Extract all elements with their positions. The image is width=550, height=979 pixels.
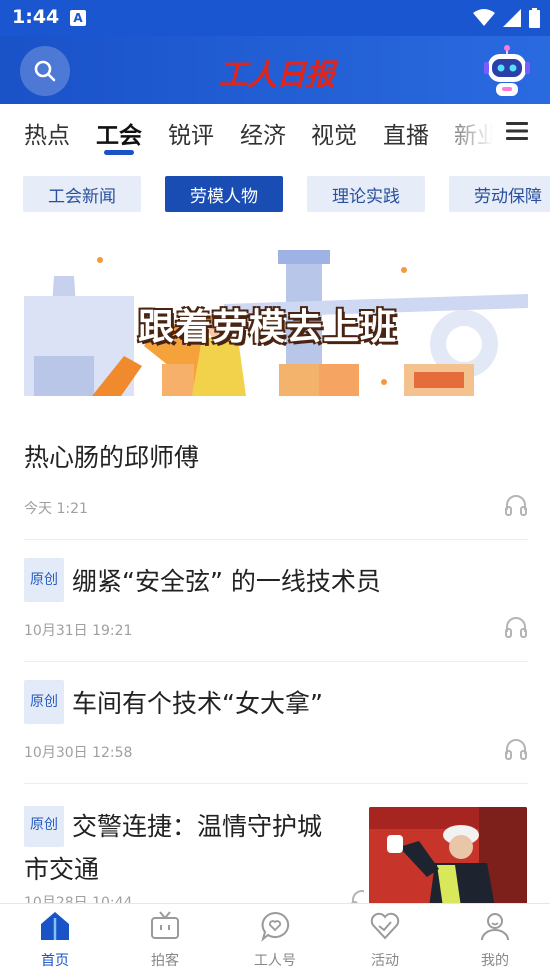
nav-home-label: 首页 (41, 953, 69, 969)
original-tag: 原创 (24, 806, 64, 847)
tv-icon (151, 911, 179, 939)
notification-icon: A (70, 10, 86, 26)
tab-visual[interactable]: 视觉 (311, 116, 357, 150)
status-bar: 1:44 A (0, 0, 550, 36)
headphones-icon[interactable] (504, 616, 528, 638)
article-title: 热心肠的邱师傅 (24, 443, 200, 472)
tab-economy[interactable]: 经济 (240, 116, 286, 150)
nav-home[interactable]: 首页 (15, 910, 95, 970)
subcategory-chips: 工会新闻 劳模人物 理论实践 劳动保障 (0, 176, 550, 214)
article-title: 原创 车间有个技术“女大拿” (24, 680, 528, 727)
original-tag: 原创 (24, 558, 64, 602)
search-icon (34, 60, 56, 82)
tabs-fade (430, 104, 500, 160)
chat-heart-icon (261, 911, 290, 942)
wifi-icon (473, 9, 495, 26)
nav-profile[interactable]: 我的 (455, 910, 535, 970)
headphones-icon[interactable] (350, 889, 364, 903)
article-item[interactable]: 原创 车间有个技术“女大拿” 10月30日 12:58 (24, 680, 528, 783)
nav-activities[interactable]: 活动 (345, 910, 425, 970)
app-logo: 工人日报 (218, 58, 335, 93)
traffic-police-photo (369, 807, 527, 907)
feature-banner[interactable]: 跟着劳模去上班 (24, 246, 528, 396)
app-header: 工人日报 (0, 36, 550, 104)
article-item[interactable]: 原创 交警连捷：温情守护城 市交通 10月28日 10:44 (24, 806, 364, 903)
article-time: 今天 1:21 (24, 501, 88, 517)
article-time: 10月31日 19:21 (24, 623, 133, 639)
original-tag: 原创 (24, 680, 64, 724)
divider (24, 539, 528, 540)
article-item[interactable]: 热心肠的邱师傅 今天 1:21 (24, 438, 528, 538)
heart-icon (370, 912, 400, 940)
article-title-text: 车间有个技术“女大拿” (72, 689, 323, 718)
divider (24, 783, 528, 784)
nav-profile-label: 我的 (481, 953, 509, 969)
active-tab-indicator (104, 150, 134, 155)
menu-icon[interactable] (506, 120, 528, 142)
tab-hot[interactable]: 热点 (24, 116, 70, 150)
home-icon (41, 912, 69, 940)
tab-commentary[interactable]: 锐评 (168, 116, 214, 150)
banner-title: 跟着劳模去上班 (138, 307, 398, 348)
nav-worker-account-label: 工人号 (254, 953, 296, 969)
article-title: 原创 交警连捷：温情守护城 (24, 806, 364, 850)
search-button[interactable] (20, 46, 70, 96)
user-icon (481, 913, 509, 941)
chip-model-workers[interactable]: 劳模人物 (165, 176, 283, 212)
chip-labor-security[interactable]: 劳动保障 (449, 176, 550, 212)
tab-live[interactable]: 直播 (383, 116, 429, 150)
headphones-icon[interactable] (504, 738, 528, 760)
chip-theory-practice[interactable]: 理论实践 (307, 176, 425, 212)
article-title-line2: 市交通 (24, 855, 100, 884)
nav-paike[interactable]: 拍客 (125, 910, 205, 970)
status-icons (473, 8, 540, 28)
headphones-icon[interactable] (504, 494, 528, 516)
article-time: 10月30日 12:58 (24, 745, 133, 761)
nav-worker-account[interactable]: 工人号 (235, 910, 315, 970)
article-title-text: 绷紧“安全弦” 的一线技术员 (72, 567, 381, 596)
status-time: 1:44 (12, 6, 60, 28)
category-tabs: 热点 工会 锐评 经济 视觉 直播 新业 (0, 104, 550, 160)
bottom-navigation: 首页 拍客 工人号 活动 我的 (0, 903, 550, 979)
chip-union-news[interactable]: 工会新闻 (23, 176, 141, 212)
article-time: 10月28日 10:44 (24, 895, 133, 903)
divider (24, 661, 528, 662)
nav-activities-label: 活动 (371, 953, 399, 969)
signal-icon (503, 9, 521, 27)
article-title-line1: 交警连捷：温情守护城 (72, 812, 323, 841)
tab-union[interactable]: 工会 (96, 116, 142, 150)
article-title: 原创 绷紧“安全弦” 的一线技术员 (24, 558, 528, 605)
robot-icon[interactable] (482, 44, 532, 98)
nav-paike-label: 拍客 (151, 953, 179, 969)
article-item[interactable]: 原创 绷紧“安全弦” 的一线技术员 10月31日 19:21 (24, 558, 528, 661)
battery-icon (529, 8, 540, 28)
article-thumbnail[interactable] (369, 807, 527, 907)
